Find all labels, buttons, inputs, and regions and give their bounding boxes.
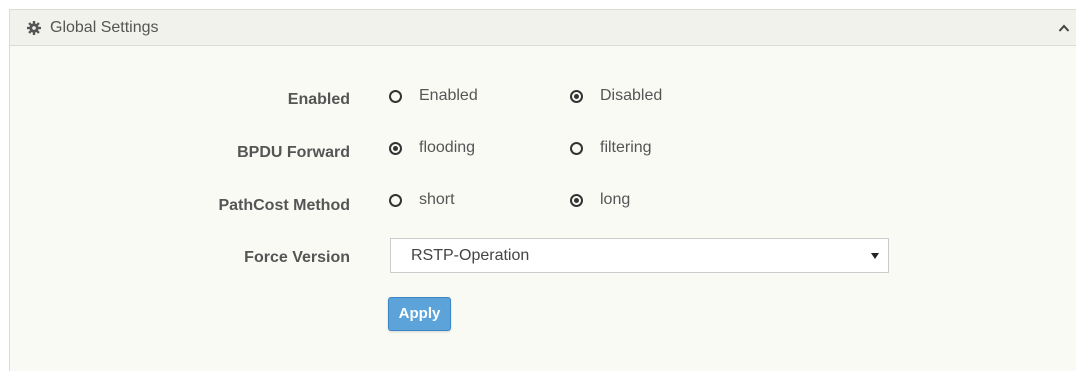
radio-checked-icon[interactable]	[389, 141, 402, 155]
panel-header[interactable]: Global Settings	[10, 10, 1076, 46]
bpdu-radio-flooding[interactable]: flooding	[389, 137, 475, 159]
radio-label: long	[600, 191, 631, 208]
bpdu-radio-filtering[interactable]: filtering	[570, 137, 652, 159]
apply-button[interactable]: Apply	[388, 297, 451, 331]
chevron-up-icon[interactable]	[1058, 23, 1070, 33]
radio-unchecked-icon[interactable]	[389, 89, 402, 103]
bpdu-forward-label: BPDU Forward	[237, 144, 350, 161]
radio-label: filtering	[600, 139, 652, 156]
radio-unchecked-icon[interactable]	[389, 193, 402, 207]
force-version-value: RSTP-Operation	[411, 247, 530, 264]
gear-icon	[27, 21, 41, 35]
radio-checked-icon[interactable]	[570, 89, 583, 103]
force-version-select[interactable]: RSTP-Operation	[390, 238, 889, 273]
radio-label: Disabled	[600, 87, 663, 104]
global-settings-panel: Global Settings	[9, 9, 1076, 371]
panel-title: Global Settings	[50, 19, 159, 36]
enabled-label: Enabled	[287, 91, 350, 108]
pathcost-radio-long[interactable]: long	[570, 189, 630, 211]
radio-checked-icon[interactable]	[570, 193, 583, 207]
radio-label: short	[419, 191, 455, 208]
caret-down-icon	[871, 253, 879, 259]
force-version-label: Force Version	[244, 249, 350, 266]
radio-label: flooding	[419, 139, 476, 156]
enabled-radio-disabled[interactable]: Disabled	[570, 85, 662, 107]
enabled-radio-enabled[interactable]: Enabled	[389, 85, 478, 107]
pathcost-radio-short[interactable]: short	[389, 189, 455, 211]
pathcost-method-label: PathCost Method	[218, 197, 350, 214]
radio-label: Enabled	[419, 87, 478, 104]
radio-unchecked-icon[interactable]	[570, 141, 583, 155]
